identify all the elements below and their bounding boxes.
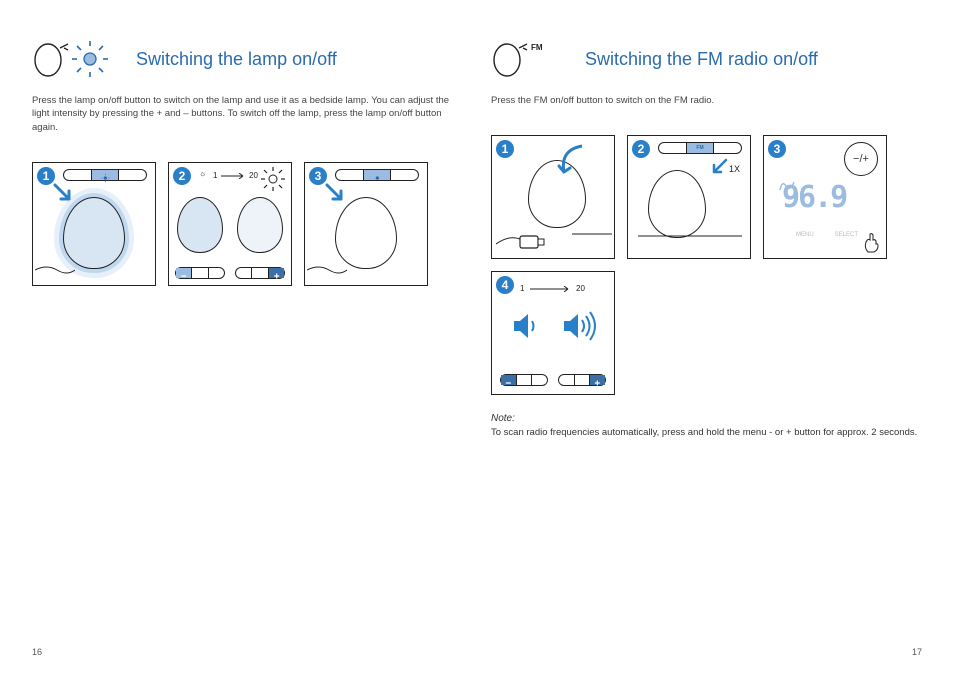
press-arrow-icon bbox=[710, 158, 730, 178]
press-arrow-icon bbox=[51, 181, 77, 207]
prev-segment bbox=[659, 143, 687, 153]
vol-minus-segment bbox=[501, 375, 517, 385]
device-illustration bbox=[648, 170, 706, 238]
signal-icon bbox=[778, 178, 796, 192]
lamp-button-segment bbox=[364, 170, 392, 180]
vol-plus-segment bbox=[532, 375, 547, 385]
next-segment bbox=[714, 143, 741, 153]
cord-icon bbox=[307, 263, 347, 277]
note-body: To scan radio frequencies automatically,… bbox=[491, 426, 922, 439]
sun-segment bbox=[192, 268, 208, 278]
step-number: 2 bbox=[632, 140, 650, 158]
step-number: 3 bbox=[768, 140, 786, 158]
right-page: FM Switching the FM radio on/off Press t… bbox=[477, 38, 936, 657]
page-number-right: 17 bbox=[912, 647, 922, 657]
insert-arrow-icon bbox=[552, 144, 592, 180]
note-block: Note: To scan radio frequencies automati… bbox=[491, 413, 922, 439]
lamp-on-illustration bbox=[63, 197, 125, 269]
base-line bbox=[572, 230, 612, 238]
lamp-button-segment bbox=[92, 170, 120, 180]
plus-segment bbox=[209, 268, 224, 278]
left-steps: 1 2 ☼ 1 20 bbox=[32, 162, 463, 286]
menu-label: MENU bbox=[796, 232, 814, 238]
sun-large-icon bbox=[259, 165, 287, 193]
step-lamp-3: 3 bbox=[304, 162, 428, 286]
vol-center-segment bbox=[575, 375, 591, 385]
svg-text:FM: FM bbox=[531, 43, 543, 52]
left-page: Switching the lamp on/off Press the lamp… bbox=[18, 38, 477, 657]
lamp-bright-illustration bbox=[237, 197, 283, 253]
range-min: 1 bbox=[520, 284, 524, 293]
step-number: 4 bbox=[496, 276, 514, 294]
minus-segment bbox=[336, 170, 364, 180]
egg-fm-icon: FM bbox=[491, 38, 567, 80]
right-steps: 1 2 FM 1X bbox=[491, 135, 922, 395]
cord-icon bbox=[35, 263, 75, 277]
plus-minus-dial: −/+ bbox=[844, 142, 878, 176]
base-line bbox=[638, 232, 742, 240]
range-max: 20 bbox=[249, 171, 258, 180]
range-arrow-icon bbox=[221, 173, 247, 179]
plus-segment bbox=[119, 170, 146, 180]
lamp-dim-illustration bbox=[177, 197, 223, 253]
right-title: Switching the FM radio on/off bbox=[585, 49, 818, 70]
select-label: SELECT bbox=[835, 232, 858, 238]
right-header: FM Switching the FM radio on/off bbox=[491, 38, 922, 80]
speaker-low-icon bbox=[508, 308, 544, 344]
left-header: Switching the lamp on/off bbox=[32, 38, 463, 80]
lamp-off-illustration bbox=[335, 197, 397, 269]
step-number: 1 bbox=[496, 140, 514, 158]
egg-sun-icon bbox=[32, 38, 118, 80]
range-max: 20 bbox=[576, 284, 585, 293]
sun-segment bbox=[252, 268, 268, 278]
step-number: 2 bbox=[173, 167, 191, 185]
plus-segment bbox=[391, 170, 418, 180]
step-lamp-1: 1 bbox=[32, 162, 156, 286]
sun-small-icon: ☼ bbox=[199, 169, 206, 178]
vol-center-segment bbox=[517, 375, 533, 385]
power-adapter-icon bbox=[496, 222, 556, 252]
step-fm-3: 3 −/+ 96.9 MENU SELECT bbox=[763, 135, 887, 259]
press-arrow-icon bbox=[323, 181, 349, 207]
left-title: Switching the lamp on/off bbox=[136, 49, 337, 70]
speaker-high-icon bbox=[560, 308, 602, 344]
plus-segment bbox=[269, 268, 284, 278]
step-lamp-2: 2 ☼ 1 20 bbox=[168, 162, 292, 286]
vol-plus-segment bbox=[590, 375, 605, 385]
fm-button-segment: FM bbox=[687, 143, 715, 153]
press-count: 1X bbox=[729, 164, 740, 174]
minus-segment bbox=[176, 268, 192, 278]
step-fm-1: 1 bbox=[491, 135, 615, 259]
note-label: Note: bbox=[491, 413, 922, 424]
vol-minus-segment bbox=[559, 375, 575, 385]
left-intro: Press the lamp on/off button to switch o… bbox=[32, 94, 463, 134]
minus-segment bbox=[236, 268, 252, 278]
minus-segment bbox=[64, 170, 92, 180]
hand-press-icon bbox=[858, 230, 882, 254]
range-arrow-icon bbox=[530, 286, 572, 292]
page-number-left: 16 bbox=[32, 647, 42, 657]
step-fm-4: 4 1 20 bbox=[491, 271, 615, 395]
step-fm-2: 2 FM 1X bbox=[627, 135, 751, 259]
range-min: 1 bbox=[213, 171, 217, 180]
right-intro: Press the FM on/off button to switch on … bbox=[491, 94, 922, 107]
